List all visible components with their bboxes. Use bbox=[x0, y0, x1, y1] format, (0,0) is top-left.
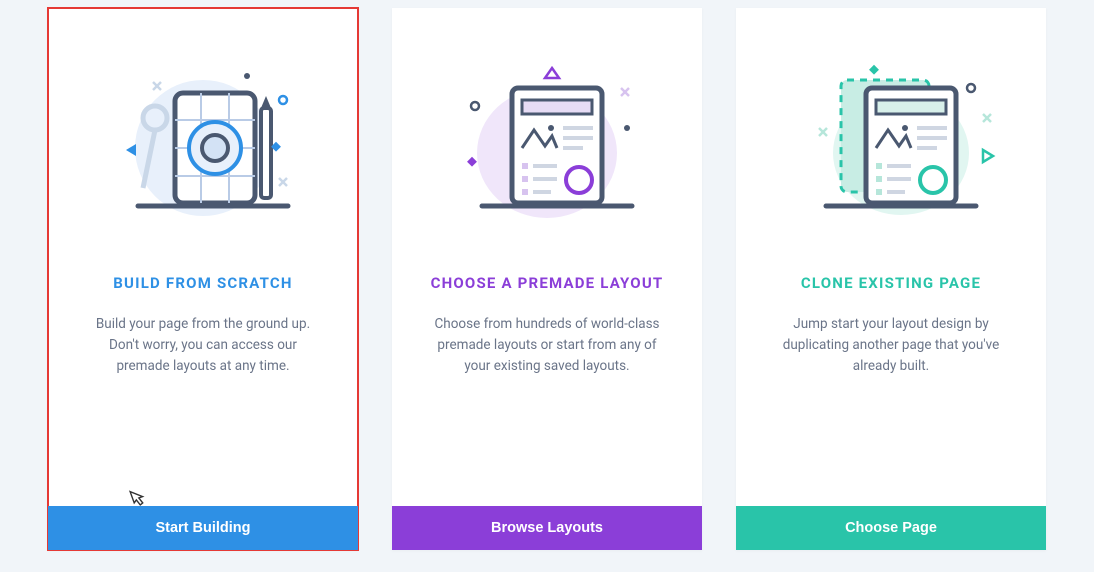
card-build-from-scratch[interactable]: BUILD FROM SCRATCH Build your page from … bbox=[48, 8, 358, 550]
card-choose-premade-layout[interactable]: CHOOSE A PREMADE LAYOUT Choose from hund… bbox=[392, 8, 702, 550]
illustration-premade bbox=[392, 8, 702, 238]
browse-layouts-button[interactable]: Browse Layouts bbox=[392, 506, 702, 550]
card-description: Build your page from the ground up. Don'… bbox=[48, 314, 358, 377]
card-title: CHOOSE A PREMADE LAYOUT bbox=[431, 274, 664, 292]
card-description: Choose from hundreds of world-class prem… bbox=[392, 314, 702, 377]
card-title: BUILD FROM SCRATCH bbox=[113, 274, 292, 292]
card-clone-existing-page[interactable]: CLONE EXISTING PAGE Jump start your layo… bbox=[736, 8, 1046, 550]
illustration-clone bbox=[736, 8, 1046, 238]
choose-page-button[interactable]: Choose Page bbox=[736, 506, 1046, 550]
illustration-scratch bbox=[48, 8, 358, 238]
start-building-button[interactable]: Start Building bbox=[48, 506, 358, 550]
card-description: Jump start your layout design by duplica… bbox=[736, 314, 1046, 377]
card-title: CLONE EXISTING PAGE bbox=[801, 274, 981, 292]
option-cards-row: BUILD FROM SCRATCH Build your page from … bbox=[0, 0, 1094, 558]
